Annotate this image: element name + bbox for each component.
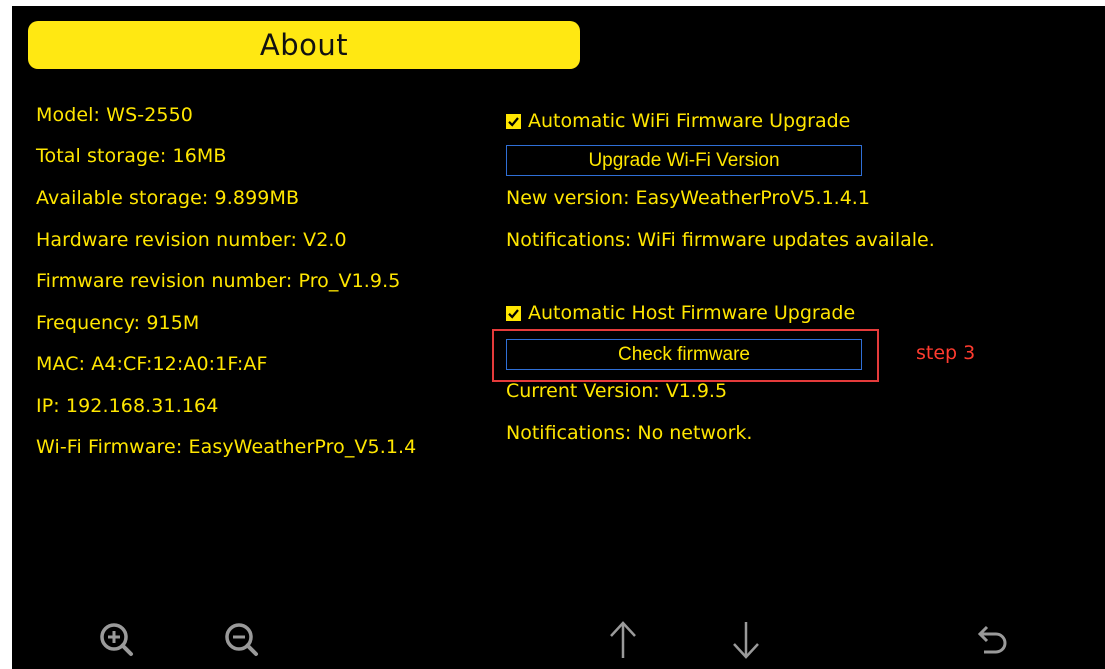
arrow-down-icon[interactable] — [726, 618, 766, 662]
device-screen: About Model: WS-2550 Total storage: 16MB… — [12, 6, 1105, 669]
frequency-info: Frequency: 915M — [36, 312, 200, 334]
model-info: Model: WS-2550 — [36, 104, 193, 126]
host-auto-upgrade-toggle[interactable]: Automatic Host Firmware Upgrade — [506, 302, 855, 324]
host-notifications: Notifications: No network. — [506, 422, 753, 444]
checkmark-icon — [508, 308, 519, 319]
wifi-notifications: Notifications: WiFi firmware updates ava… — [506, 229, 935, 251]
wifi-auto-upgrade-label: Automatic WiFi Firmware Upgrade — [528, 110, 851, 132]
zoom-in-icon[interactable] — [97, 618, 137, 662]
back-icon[interactable] — [972, 618, 1012, 662]
checkmark-icon — [508, 116, 519, 127]
zoom-out-icon[interactable] — [222, 618, 262, 662]
arrow-up-icon[interactable] — [603, 618, 643, 662]
wifi-auto-upgrade-toggle[interactable]: Automatic WiFi Firmware Upgrade — [506, 110, 850, 132]
page-title: About — [259, 28, 349, 62]
mac-info: MAC: A4:CF:12:A0:1F:AF — [36, 353, 268, 375]
total-storage-info: Total storage: 16MB — [36, 145, 227, 167]
host-current-version: Current Version: V1.9.5 — [506, 380, 728, 402]
ip-info: IP: 192.168.31.164 — [36, 395, 219, 417]
step-highlight-box — [492, 329, 879, 382]
title-bar: About — [28, 21, 580, 69]
hardware-revision-info: Hardware revision number: V2.0 — [36, 229, 347, 251]
upgrade-wifi-version-button[interactable]: Upgrade Wi-Fi Version — [506, 145, 862, 176]
step-label: step 3 — [916, 342, 976, 364]
host-auto-upgrade-checkbox[interactable] — [506, 305, 521, 321]
firmware-revision-info: Firmware revision number: Pro_V1.9.5 — [36, 270, 401, 292]
available-storage-info: Available storage: 9.899MB — [36, 187, 300, 209]
wifi-new-version: New version: EasyWeatherProV5.1.4.1 — [506, 187, 870, 209]
host-auto-upgrade-label: Automatic Host Firmware Upgrade — [528, 302, 856, 324]
wifi-firmware-info: Wi-Fi Firmware: EasyWeatherPro_V5.1.4 — [36, 436, 417, 458]
wifi-auto-upgrade-checkbox[interactable] — [506, 113, 521, 129]
